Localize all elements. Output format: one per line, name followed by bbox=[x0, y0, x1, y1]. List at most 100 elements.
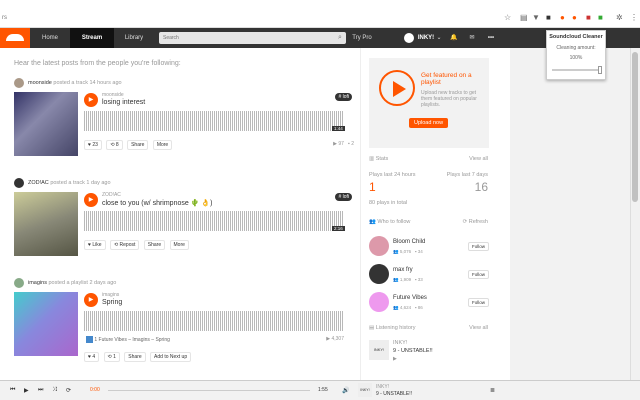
previous-icon[interactable]: ⏮ bbox=[10, 387, 15, 394]
username[interactable]: INKY! bbox=[416, 28, 436, 48]
more-button[interactable]: More bbox=[152, 140, 173, 150]
follow-button[interactable]: Follow bbox=[467, 242, 489, 251]
playlist-title[interactable]: Spring bbox=[102, 299, 122, 306]
artist-stats: 👥 1,909 ▪ 33 bbox=[393, 277, 423, 282]
play-icon[interactable]: ▶ bbox=[24, 387, 29, 394]
artist-stats: 👥 4,624 ▪ 86 bbox=[393, 305, 423, 310]
extension-icon[interactable]: ■ bbox=[546, 13, 551, 22]
play-button[interactable]: ▶ bbox=[84, 93, 98, 107]
messages-icon[interactable]: ✉ bbox=[467, 28, 477, 48]
repeat-icon[interactable]: ⟳ bbox=[66, 387, 71, 394]
search-input[interactable] bbox=[159, 32, 346, 44]
track-artist[interactable]: moonside bbox=[102, 92, 124, 98]
tab-fragment: rs bbox=[2, 15, 7, 21]
extension-icon[interactable]: ● bbox=[560, 13, 565, 22]
share-button[interactable]: Share bbox=[124, 352, 146, 362]
chevron-down-icon[interactable]: ⌄ bbox=[435, 28, 443, 48]
like-button[interactable]: ♥ Like bbox=[84, 240, 106, 250]
plays-24h-value: 1 bbox=[369, 180, 376, 194]
filter-icon[interactable]: ▼ bbox=[532, 13, 540, 22]
extension-icon[interactable]: ▤ bbox=[520, 13, 528, 22]
repost-button[interactable]: ⟲ Repost bbox=[109, 240, 140, 250]
extension-icon[interactable]: ● bbox=[572, 13, 577, 22]
player-track[interactable]: 9 - UNSTABLE!! bbox=[376, 391, 412, 397]
try-pro-link[interactable]: Try Pro bbox=[350, 28, 374, 48]
next-icon[interactable]: ⏭ bbox=[38, 387, 43, 394]
search-icon[interactable]: ⌕ bbox=[338, 34, 342, 42]
scrollbar-thumb[interactable] bbox=[632, 52, 638, 202]
track-artwork[interactable] bbox=[14, 192, 78, 256]
artist-name[interactable]: Future Vibes bbox=[393, 295, 427, 301]
stats-view-all[interactable]: View all bbox=[469, 156, 488, 162]
star-icon[interactable]: ☆ bbox=[504, 13, 511, 22]
artist-name[interactable]: Bloom Child bbox=[393, 239, 425, 245]
avatar[interactable] bbox=[369, 236, 389, 256]
promo-title: Get featured on a playlist bbox=[421, 72, 472, 86]
genre-tag[interactable]: # lofi bbox=[335, 193, 352, 201]
genre-tag[interactable]: # lofi bbox=[335, 93, 352, 101]
upload-now-button[interactable]: Upload now bbox=[409, 118, 449, 128]
refresh-button[interactable]: ⟳ Refresh bbox=[463, 219, 488, 225]
stats-heading: ▥ Stats bbox=[369, 156, 389, 162]
progress-bar[interactable] bbox=[108, 390, 310, 391]
player-user[interactable]: INKY! bbox=[376, 384, 389, 390]
track-actions: ♥ 23 ⟲ 8 Share More ▶ 97 ▪ 2 bbox=[84, 140, 354, 150]
history-user[interactable]: INKY! bbox=[393, 340, 407, 346]
stream-post: imagins posted a playlist 2 days ago ▶ i… bbox=[14, 278, 354, 378]
play-button[interactable]: ▶ bbox=[84, 293, 98, 307]
volume-icon[interactable]: 🔊 bbox=[342, 387, 349, 394]
cleaner-extension-icon[interactable]: ■ bbox=[598, 13, 603, 22]
nav-stream[interactable]: Stream bbox=[70, 28, 114, 48]
waveform[interactable] bbox=[84, 111, 344, 131]
upload-link[interactable] bbox=[382, 28, 394, 48]
repost-button[interactable]: ⟲ 1 bbox=[103, 352, 120, 362]
avatar[interactable] bbox=[369, 264, 389, 284]
cleaning-slider[interactable] bbox=[552, 66, 602, 74]
avatar[interactable] bbox=[14, 78, 24, 88]
avatar[interactable] bbox=[14, 178, 24, 188]
mini-artwork bbox=[86, 336, 93, 343]
extension-icon[interactable]: ■ bbox=[586, 13, 591, 22]
follow-button[interactable]: Follow bbox=[467, 270, 489, 279]
artist-stats: 👥 5,076 ▪ 34 bbox=[393, 249, 423, 254]
nav-library[interactable]: Library bbox=[114, 28, 154, 48]
history-track[interactable]: 9 - UNSTABLE!! bbox=[393, 348, 433, 354]
browser-toolbar: rs ☆ ▤ ▼ ■ ● ● ■ ■ ✲ ⋮ bbox=[0, 0, 640, 28]
nav-home[interactable]: Home bbox=[30, 28, 70, 48]
add-next-up-button[interactable]: Add to Next up bbox=[150, 352, 192, 362]
more-icon[interactable]: ••• bbox=[485, 28, 497, 48]
soundcloud-logo[interactable] bbox=[0, 28, 30, 48]
track-artist[interactable]: ZOD!AC bbox=[102, 192, 121, 198]
history-play-icon[interactable]: ▶ bbox=[393, 356, 397, 362]
share-button[interactable]: Share bbox=[143, 240, 166, 250]
waveform[interactable] bbox=[84, 211, 344, 231]
history-item[interactable]: INKY! INKY! 9 - UNSTABLE!! ▶ bbox=[369, 338, 489, 368]
player-artwork[interactable]: INKY! bbox=[358, 383, 372, 397]
track-artist[interactable]: imagins bbox=[102, 292, 119, 298]
like-button[interactable]: ♥ 4 bbox=[84, 352, 100, 362]
shuffle-icon[interactable]: ⤨ bbox=[52, 387, 57, 394]
share-button[interactable]: Share bbox=[127, 140, 149, 150]
avatar[interactable] bbox=[404, 33, 414, 43]
avatar[interactable] bbox=[14, 278, 24, 288]
more-button[interactable]: More bbox=[169, 240, 189, 250]
play-button[interactable]: ▶ bbox=[84, 193, 98, 207]
track-artwork[interactable] bbox=[14, 92, 78, 156]
puzzle-icon[interactable]: ✲ bbox=[616, 13, 623, 22]
promo-text: Upload new tracks to get them featured o… bbox=[421, 90, 477, 108]
avatar[interactable] bbox=[369, 292, 389, 312]
waveform[interactable] bbox=[84, 311, 344, 331]
page-background bbox=[510, 48, 630, 380]
repost-button[interactable]: ⟲ 8 bbox=[106, 140, 123, 150]
like-button[interactable]: ♥ 23 bbox=[84, 140, 102, 150]
bell-icon[interactable]: 🔔 bbox=[449, 28, 459, 48]
track-title[interactable]: losing interest bbox=[102, 99, 145, 106]
playlist-track-row[interactable]: 1 Future Vibes – Imagins – Spring ▶ 4,30… bbox=[86, 336, 356, 343]
playlist-artwork[interactable] bbox=[14, 292, 78, 356]
track-title[interactable]: close to you (w/ shrimpnose 🌵 👌) bbox=[102, 199, 212, 207]
follow-button[interactable]: Follow bbox=[467, 298, 489, 307]
artist-name[interactable]: max fry bbox=[393, 267, 413, 273]
history-view-all[interactable]: View all bbox=[469, 325, 488, 331]
queue-icon[interactable]: ≣ bbox=[490, 387, 495, 394]
menu-icon[interactable]: ⋮ bbox=[630, 13, 638, 22]
